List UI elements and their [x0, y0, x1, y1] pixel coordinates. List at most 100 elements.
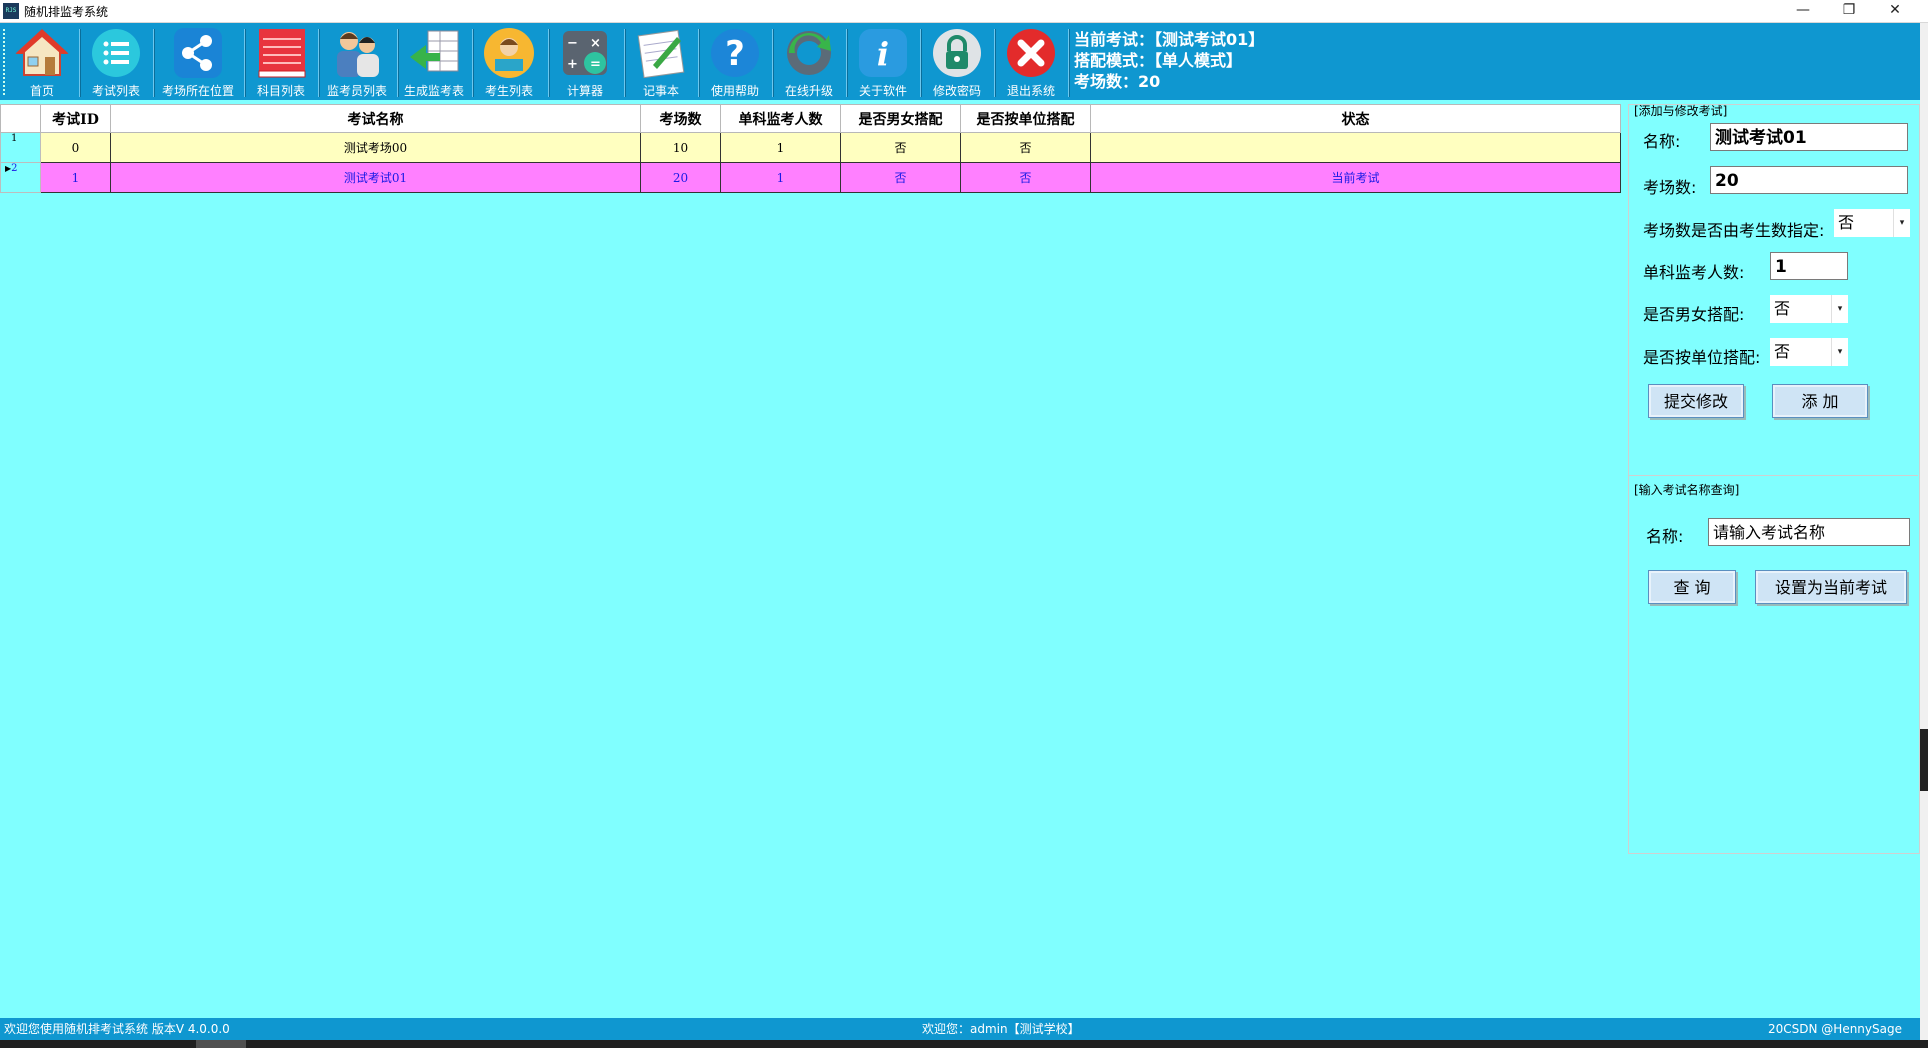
toolbar-label: 退出系统 — [1006, 84, 1055, 98]
restore-button[interactable]: ❐ — [1826, 0, 1872, 22]
toolbar-label: 首页 — [29, 84, 54, 98]
cell-rooms[interactable]: 20 — [640, 162, 721, 193]
close-button[interactable]: ✕ — [1872, 0, 1918, 22]
toolbar-label: 使用帮助 — [710, 84, 759, 98]
toolbar-proctor-list-button[interactable]: 监考员列表 — [321, 25, 393, 99]
cell-unit-mix[interactable]: 否 — [960, 162, 1091, 193]
svg-text:−: − — [567, 36, 578, 51]
cell-id[interactable]: 1 — [40, 162, 111, 193]
update-gear-icon — [787, 31, 831, 75]
table-row[interactable]: 1 0 测试考场00 10 1 否 否 — [0, 132, 1621, 163]
toolbar-label: 科目列表 — [256, 84, 305, 98]
query-group-title: [输入考试名称查询] — [1634, 483, 1740, 497]
row-header[interactable]: 1 — [0, 132, 41, 163]
people-icon — [337, 32, 379, 77]
proctors-field[interactable]: 1 — [1770, 252, 1848, 280]
column-header[interactable]: 是否按单位搭配 — [960, 104, 1091, 133]
toolbar-about-button[interactable]: i 关于软件 — [849, 25, 917, 99]
toolbar-label: 记事本 — [642, 84, 679, 98]
toolbar-student-list-button[interactable]: 考生列表 — [475, 25, 543, 99]
toolbar-exam-location-button[interactable]: 考场所在位置 — [156, 25, 240, 99]
unit-mix-select[interactable]: 否 ▾ — [1770, 338, 1848, 366]
toolbar-label: 生成监考表 — [403, 84, 464, 98]
row-header[interactable]: ▶2 — [0, 162, 41, 193]
exam-grid[interactable]: 考试ID 考试名称 考场数 单科监考人数 是否男女搭配 是否按单位搭配 状态 1… — [0, 104, 1621, 193]
toolbar-subject-list-button[interactable]: 科目列表 — [247, 25, 315, 99]
proctors-label: 单科监考人数: — [1643, 263, 1745, 282]
svg-text:i: i — [877, 35, 889, 73]
room-count-label: 考场数： — [1074, 72, 1139, 91]
toolbar-label: 修改密码 — [932, 84, 981, 98]
vertical-scrollbar[interactable] — [1920, 23, 1928, 1040]
cell-gender-mix[interactable]: 否 — [840, 132, 961, 163]
help-icon: ? — [711, 29, 759, 77]
cell-status[interactable] — [1090, 132, 1621, 163]
scrollbar-thumb[interactable] — [1920, 729, 1928, 791]
calculator-icon: − × + = — [563, 31, 607, 75]
query-name-field[interactable]: 请输入考试名称 — [1708, 518, 1910, 546]
toolbar-label: 计算器 — [566, 84, 603, 98]
home-icon — [15, 29, 69, 76]
toolbar-calculator-button[interactable]: − × + = 计算器 — [551, 25, 619, 99]
set-current-exam-button[interactable]: 设置为当前考试 — [1755, 570, 1907, 604]
svg-text:?: ? — [725, 34, 745, 74]
app-icon: RJS — [3, 3, 19, 19]
column-header[interactable]: 是否男女搭配 — [840, 104, 961, 133]
column-header[interactable]: 考试ID — [40, 104, 111, 133]
column-header[interactable]: 考试名称 — [110, 104, 641, 133]
submit-edit-button[interactable]: 提交修改 — [1648, 384, 1744, 418]
toolbar-change-password-button[interactable]: 修改密码 — [923, 25, 991, 99]
query-name-label: 名称: — [1646, 527, 1684, 546]
cell-name[interactable]: 测试考试01 — [110, 162, 641, 193]
svg-text:×: × — [590, 36, 601, 51]
row-header-corner[interactable] — [0, 104, 41, 133]
toolbar: 首页 考试列表 考场所在位置 科目列表 监考员列表 生成监考表 考生列表 − ×… — [0, 23, 1920, 100]
toolbar-label: 考试列表 — [91, 84, 140, 98]
toolbar-label: 关于软件 — [858, 84, 907, 98]
toolbar-notepad-button[interactable]: 记事本 — [627, 25, 695, 99]
gender-mix-label: 是否男女搭配: — [1643, 305, 1745, 324]
current-exam-info: 当前考试：【测试考试01】 搭配模式：【单人模式】 考场数：20 — [1074, 29, 1264, 92]
cell-status[interactable]: 当前考试 — [1090, 162, 1621, 193]
add-button[interactable]: 添 加 — [1772, 384, 1868, 418]
toolbar-help-button[interactable]: ? 使用帮助 — [701, 25, 769, 99]
rooms-label: 考场数: — [1643, 178, 1697, 197]
column-header[interactable]: 考场数 — [640, 104, 721, 133]
svg-text:+: + — [567, 57, 578, 72]
toolbar-online-update-button[interactable]: 在线升级 — [775, 25, 843, 99]
cell-proctors[interactable]: 1 — [720, 162, 841, 193]
query-button[interactable]: 查 询 — [1648, 570, 1736, 604]
title-bar: RJS 随机排监考系统 — ❐ ✕ — [0, 0, 1928, 23]
column-header[interactable]: 状态 — [1090, 104, 1621, 133]
column-header[interactable]: 单科监考人数 — [720, 104, 841, 133]
rooms-field[interactable]: 20 — [1710, 166, 1908, 194]
cell-rooms[interactable]: 10 — [640, 132, 721, 163]
room-count-value: 20 — [1138, 72, 1161, 91]
mode-value: 【单人模式】 — [1154, 51, 1243, 70]
cell-id[interactable]: 0 — [40, 132, 111, 163]
chevron-down-icon: ▾ — [1893, 209, 1910, 237]
minimize-button[interactable]: — — [1780, 0, 1826, 22]
exit-icon — [1007, 29, 1055, 77]
toolbar-generate-button[interactable]: 生成监考表 — [400, 25, 468, 99]
name-label: 名称: — [1643, 132, 1681, 151]
gender-mix-select[interactable]: 否 ▾ — [1770, 295, 1848, 323]
current-exam-value: 【测试考试01】 — [1154, 30, 1265, 49]
exam-name-field[interactable]: 测试考试01 — [1710, 123, 1908, 151]
rooms-by-students-select[interactable]: 否 ▾ — [1834, 209, 1910, 237]
panel-divider — [1628, 475, 1918, 476]
toolbar-exam-list-button[interactable]: 考试列表 — [82, 25, 150, 99]
info-icon: i — [859, 29, 907, 77]
table-row[interactable]: ▶2 1 测试考试01 20 1 否 否 当前考试 — [0, 162, 1621, 193]
toolbar-exit-button[interactable]: 退出系统 — [997, 25, 1065, 99]
list-icon — [92, 29, 140, 77]
cell-name[interactable]: 测试考场00 — [110, 132, 641, 163]
status-bar: 欢迎您使用随机排考试系统 版本V 4.0.0.0 欢迎您：admin【测试学校】… — [0, 1018, 1920, 1040]
cell-unit-mix[interactable]: 否 — [960, 132, 1091, 163]
generate-table-icon — [410, 30, 459, 72]
toolbar-home-button[interactable]: 首页 — [8, 25, 76, 99]
cell-proctors[interactable]: 1 — [720, 132, 841, 163]
status-user: 欢迎您：admin【测试学校】 — [922, 1022, 1080, 1036]
toolbar-label: 在线升级 — [784, 84, 833, 98]
cell-gender-mix[interactable]: 否 — [840, 162, 961, 193]
